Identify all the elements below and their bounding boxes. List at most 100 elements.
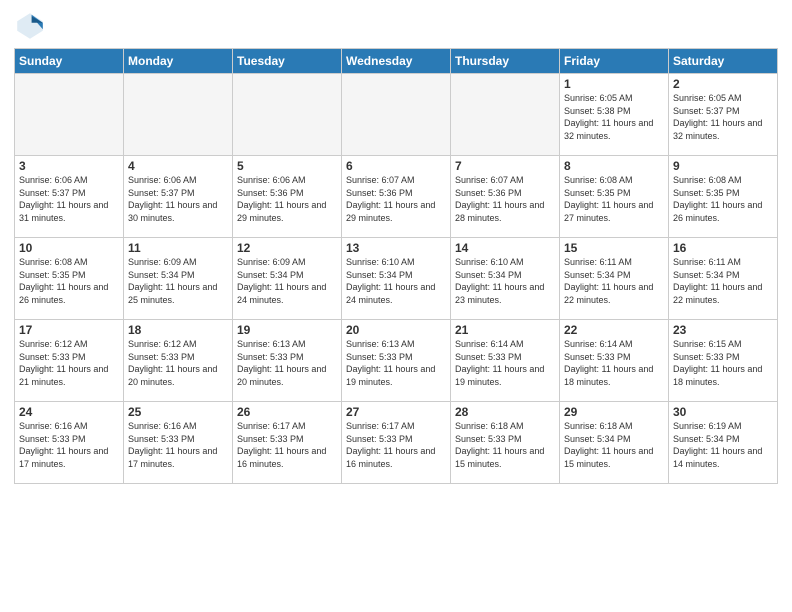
calendar-cell bbox=[451, 74, 560, 156]
calendar-cell: 4Sunrise: 6:06 AMSunset: 5:37 PMDaylight… bbox=[124, 156, 233, 238]
day-info: Sunrise: 6:06 AMSunset: 5:36 PMDaylight:… bbox=[237, 174, 337, 224]
calendar-cell: 9Sunrise: 6:08 AMSunset: 5:35 PMDaylight… bbox=[669, 156, 778, 238]
day-number: 4 bbox=[128, 159, 228, 173]
calendar-cell: 17Sunrise: 6:12 AMSunset: 5:33 PMDayligh… bbox=[15, 320, 124, 402]
day-number: 11 bbox=[128, 241, 228, 255]
day-info: Sunrise: 6:16 AMSunset: 5:33 PMDaylight:… bbox=[128, 420, 228, 470]
header bbox=[14, 10, 778, 42]
calendar-cell: 30Sunrise: 6:19 AMSunset: 5:34 PMDayligh… bbox=[669, 402, 778, 484]
calendar-cell: 29Sunrise: 6:18 AMSunset: 5:34 PMDayligh… bbox=[560, 402, 669, 484]
calendar-cell: 18Sunrise: 6:12 AMSunset: 5:33 PMDayligh… bbox=[124, 320, 233, 402]
calendar-cell: 16Sunrise: 6:11 AMSunset: 5:34 PMDayligh… bbox=[669, 238, 778, 320]
calendar-cell: 20Sunrise: 6:13 AMSunset: 5:33 PMDayligh… bbox=[342, 320, 451, 402]
day-info: Sunrise: 6:14 AMSunset: 5:33 PMDaylight:… bbox=[564, 338, 664, 388]
calendar-cell: 26Sunrise: 6:17 AMSunset: 5:33 PMDayligh… bbox=[233, 402, 342, 484]
week-row-2: 10Sunrise: 6:08 AMSunset: 5:35 PMDayligh… bbox=[15, 238, 778, 320]
calendar-cell: 7Sunrise: 6:07 AMSunset: 5:36 PMDaylight… bbox=[451, 156, 560, 238]
calendar-cell bbox=[342, 74, 451, 156]
day-number: 23 bbox=[673, 323, 773, 337]
day-number: 13 bbox=[346, 241, 446, 255]
calendar-cell: 24Sunrise: 6:16 AMSunset: 5:33 PMDayligh… bbox=[15, 402, 124, 484]
day-info: Sunrise: 6:19 AMSunset: 5:34 PMDaylight:… bbox=[673, 420, 773, 470]
day-info: Sunrise: 6:08 AMSunset: 5:35 PMDaylight:… bbox=[673, 174, 773, 224]
calendar-cell: 23Sunrise: 6:15 AMSunset: 5:33 PMDayligh… bbox=[669, 320, 778, 402]
day-number: 2 bbox=[673, 77, 773, 91]
day-number: 21 bbox=[455, 323, 555, 337]
day-number: 8 bbox=[564, 159, 664, 173]
calendar-cell: 1Sunrise: 6:05 AMSunset: 5:38 PMDaylight… bbox=[560, 74, 669, 156]
calendar-cell: 25Sunrise: 6:16 AMSunset: 5:33 PMDayligh… bbox=[124, 402, 233, 484]
day-number: 20 bbox=[346, 323, 446, 337]
week-row-0: 1Sunrise: 6:05 AMSunset: 5:38 PMDaylight… bbox=[15, 74, 778, 156]
day-number: 29 bbox=[564, 405, 664, 419]
calendar-cell: 21Sunrise: 6:14 AMSunset: 5:33 PMDayligh… bbox=[451, 320, 560, 402]
day-number: 24 bbox=[19, 405, 119, 419]
day-info: Sunrise: 6:10 AMSunset: 5:34 PMDaylight:… bbox=[455, 256, 555, 306]
day-number: 19 bbox=[237, 323, 337, 337]
day-number: 18 bbox=[128, 323, 228, 337]
day-number: 28 bbox=[455, 405, 555, 419]
day-info: Sunrise: 6:12 AMSunset: 5:33 PMDaylight:… bbox=[19, 338, 119, 388]
day-info: Sunrise: 6:12 AMSunset: 5:33 PMDaylight:… bbox=[128, 338, 228, 388]
calendar-cell: 22Sunrise: 6:14 AMSunset: 5:33 PMDayligh… bbox=[560, 320, 669, 402]
calendar-cell: 5Sunrise: 6:06 AMSunset: 5:36 PMDaylight… bbox=[233, 156, 342, 238]
day-number: 6 bbox=[346, 159, 446, 173]
calendar-table: SundayMondayTuesdayWednesdayThursdayFrid… bbox=[14, 48, 778, 484]
day-info: Sunrise: 6:18 AMSunset: 5:33 PMDaylight:… bbox=[455, 420, 555, 470]
day-number: 22 bbox=[564, 323, 664, 337]
calendar-cell: 13Sunrise: 6:10 AMSunset: 5:34 PMDayligh… bbox=[342, 238, 451, 320]
day-number: 25 bbox=[128, 405, 228, 419]
calendar-cell bbox=[15, 74, 124, 156]
calendar-cell: 10Sunrise: 6:08 AMSunset: 5:35 PMDayligh… bbox=[15, 238, 124, 320]
day-number: 30 bbox=[673, 405, 773, 419]
week-row-1: 3Sunrise: 6:06 AMSunset: 5:37 PMDaylight… bbox=[15, 156, 778, 238]
day-number: 7 bbox=[455, 159, 555, 173]
day-number: 14 bbox=[455, 241, 555, 255]
day-number: 9 bbox=[673, 159, 773, 173]
weekday-header-thursday: Thursday bbox=[451, 49, 560, 74]
weekday-header-tuesday: Tuesday bbox=[233, 49, 342, 74]
day-number: 12 bbox=[237, 241, 337, 255]
day-number: 26 bbox=[237, 405, 337, 419]
day-info: Sunrise: 6:08 AMSunset: 5:35 PMDaylight:… bbox=[19, 256, 119, 306]
day-info: Sunrise: 6:17 AMSunset: 5:33 PMDaylight:… bbox=[237, 420, 337, 470]
weekday-header-saturday: Saturday bbox=[669, 49, 778, 74]
logo bbox=[14, 10, 50, 42]
day-number: 17 bbox=[19, 323, 119, 337]
day-info: Sunrise: 6:05 AMSunset: 5:38 PMDaylight:… bbox=[564, 92, 664, 142]
day-info: Sunrise: 6:07 AMSunset: 5:36 PMDaylight:… bbox=[346, 174, 446, 224]
calendar-cell: 15Sunrise: 6:11 AMSunset: 5:34 PMDayligh… bbox=[560, 238, 669, 320]
day-info: Sunrise: 6:17 AMSunset: 5:33 PMDaylight:… bbox=[346, 420, 446, 470]
calendar-cell: 14Sunrise: 6:10 AMSunset: 5:34 PMDayligh… bbox=[451, 238, 560, 320]
day-number: 5 bbox=[237, 159, 337, 173]
weekday-header-sunday: Sunday bbox=[15, 49, 124, 74]
calendar-cell bbox=[124, 74, 233, 156]
weekday-header-friday: Friday bbox=[560, 49, 669, 74]
weekday-header-monday: Monday bbox=[124, 49, 233, 74]
calendar-cell: 8Sunrise: 6:08 AMSunset: 5:35 PMDaylight… bbox=[560, 156, 669, 238]
day-info: Sunrise: 6:09 AMSunset: 5:34 PMDaylight:… bbox=[128, 256, 228, 306]
day-number: 10 bbox=[19, 241, 119, 255]
logo-icon bbox=[14, 10, 46, 42]
page-container: SundayMondayTuesdayWednesdayThursdayFrid… bbox=[0, 0, 792, 490]
calendar-cell bbox=[233, 74, 342, 156]
week-row-4: 24 Sunrise: 6:16 AMSunset: 5:33 PMDayligh… bbox=[15, 402, 778, 484]
calendar-cell: 3Sunrise: 6:06 AMSunset: 5:37 PMDaylight… bbox=[15, 156, 124, 238]
day-info: Sunrise: 6:06 AMSunset: 5:37 PMDaylight:… bbox=[128, 174, 228, 224]
day-number: 15 bbox=[564, 241, 664, 255]
calendar-cell: 27Sunrise: 6:17 AMSunset: 5:33 PMDayligh… bbox=[342, 402, 451, 484]
calendar-cell: 19Sunrise: 6:13 AMSunset: 5:33 PMDayligh… bbox=[233, 320, 342, 402]
day-info: Sunrise: 6:11 AMSunset: 5:34 PMDaylight:… bbox=[564, 256, 664, 306]
calendar-cell: 6Sunrise: 6:07 AMSunset: 5:36 PMDaylight… bbox=[342, 156, 451, 238]
day-info: Sunrise: 6:13 AMSunset: 5:33 PMDaylight:… bbox=[346, 338, 446, 388]
calendar-cell: 28Sunrise: 6:18 AMSunset: 5:33 PMDayligh… bbox=[451, 402, 560, 484]
day-info: Sunrise: 6:14 AMSunset: 5:33 PMDaylight:… bbox=[455, 338, 555, 388]
day-info: Sunrise: 6:05 AMSunset: 5:37 PMDaylight:… bbox=[673, 92, 773, 142]
calendar-cell: 2Sunrise: 6:05 AMSunset: 5:37 PMDaylight… bbox=[669, 74, 778, 156]
day-info: Sunrise: 6:18 AMSunset: 5:34 PMDaylight:… bbox=[564, 420, 664, 470]
weekday-header-wednesday: Wednesday bbox=[342, 49, 451, 74]
day-number: 16 bbox=[673, 241, 773, 255]
day-info: Sunrise: 6:13 AMSunset: 5:33 PMDaylight:… bbox=[237, 338, 337, 388]
day-info: Sunrise: 6:08 AMSunset: 5:35 PMDaylight:… bbox=[564, 174, 664, 224]
day-info: Sunrise: 6:15 AMSunset: 5:33 PMDaylight:… bbox=[673, 338, 773, 388]
